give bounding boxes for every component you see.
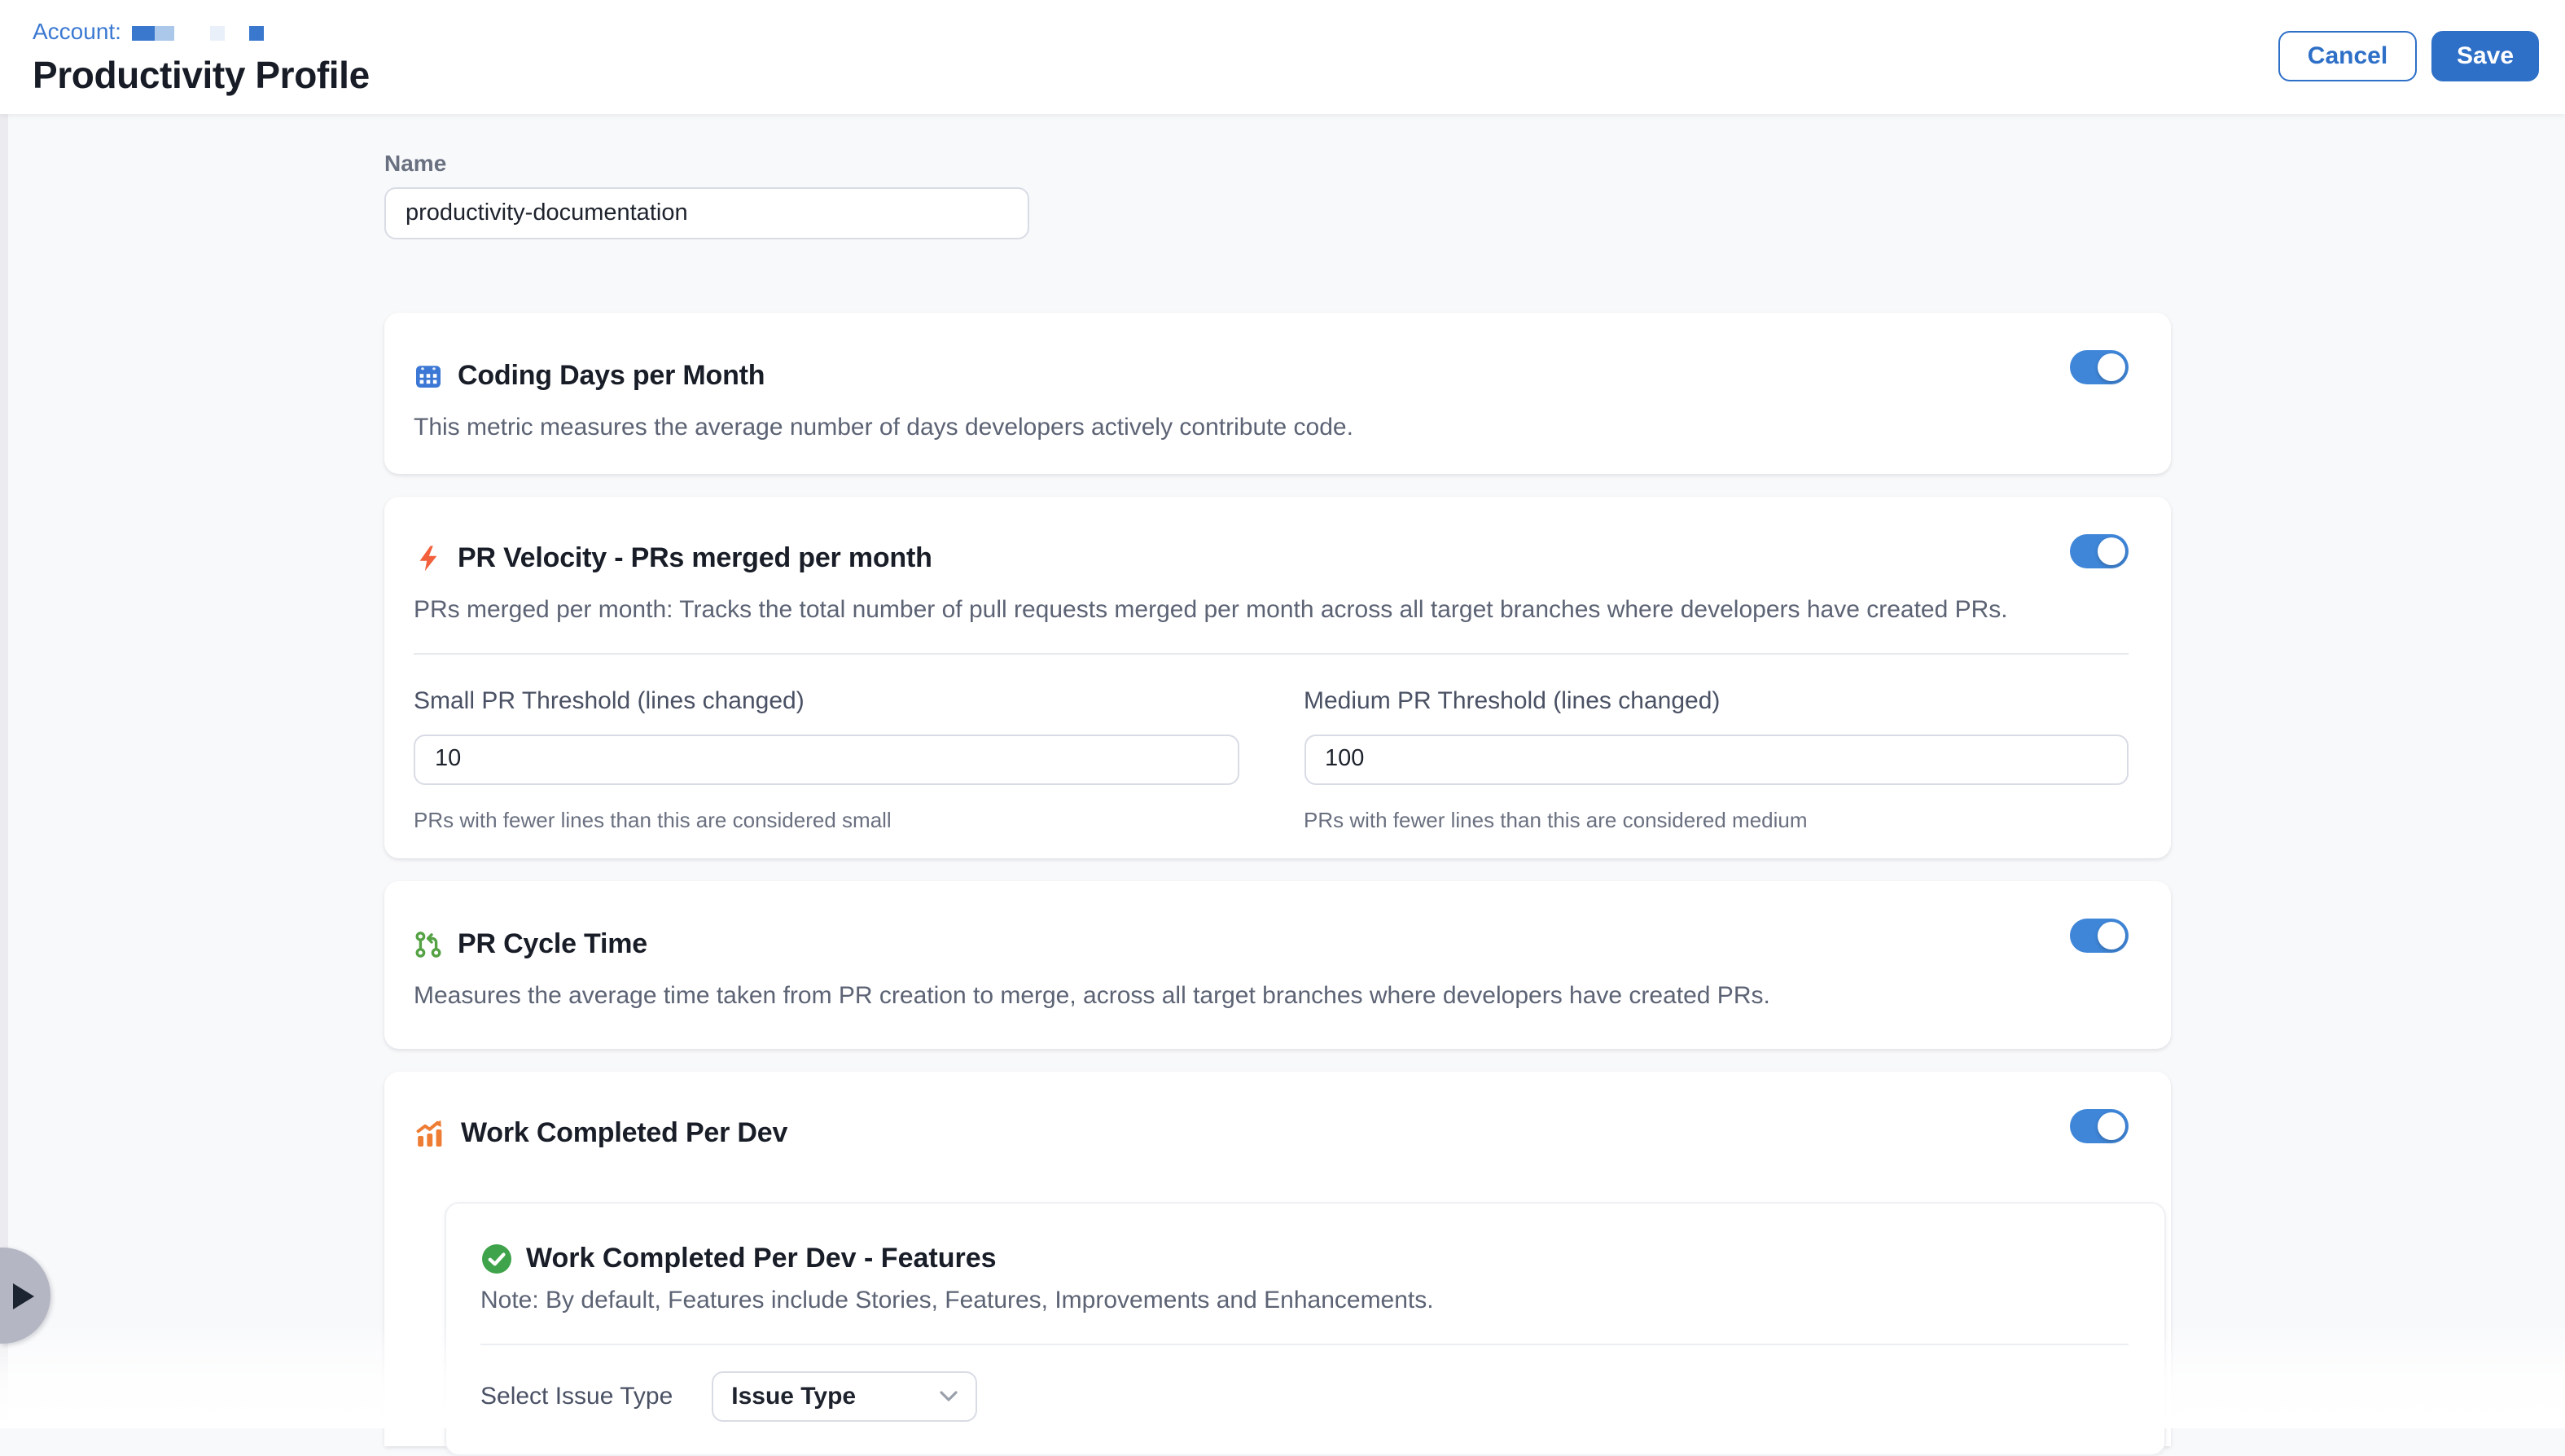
divider: [414, 653, 2129, 655]
issue-type-row: Select Issue Type Issue Type: [480, 1371, 2129, 1422]
page-title: Productivity Profile: [33, 54, 370, 98]
small-pr-threshold-input[interactable]: [414, 735, 1239, 785]
toggle-coding-days[interactable]: [2070, 350, 2129, 384]
card-description: Measures the average time taken from PR …: [414, 982, 2129, 1013]
save-button[interactable]: Save: [2431, 31, 2539, 81]
cancel-button[interactable]: Cancel: [2278, 31, 2417, 81]
card-head: PR Velocity - PRs merged per month: [414, 542, 2129, 575]
toggle-pr-cycle-time[interactable]: [2070, 919, 2129, 953]
toggle-knob: [2098, 922, 2125, 949]
card-pr-cycle-time: PR Cycle Time Measures the average time …: [384, 881, 2171, 1049]
account-name-redacted: [133, 25, 156, 40]
name-label: Name: [384, 150, 446, 176]
breadcrumb[interactable]: Account:: [33, 18, 265, 44]
card-title: Coding Days per Month: [458, 360, 765, 393]
sidebar-edge: [0, 0, 8, 1428]
toggle-pr-velocity[interactable]: [2070, 534, 2129, 568]
field-label: Small PR Threshold (lines changed): [414, 687, 1239, 715]
expand-arrow-icon: [13, 1283, 34, 1309]
calendar-icon: [414, 362, 443, 391]
account-name-redacted: [156, 25, 175, 40]
toggle-work-completed[interactable]: [2070, 1109, 2129, 1143]
issue-type-dropdown-value: Issue Type: [731, 1383, 856, 1410]
check-circle-icon: [480, 1243, 513, 1275]
bar-chart-arrow-icon: [414, 1117, 446, 1150]
card-title: PR Cycle Time: [458, 928, 647, 961]
medium-pr-threshold-field: Medium PR Threshold (lines changed) PRs …: [1304, 687, 2129, 832]
card-description: This metric measures the average number …: [414, 414, 2129, 445]
field-label: Medium PR Threshold (lines changed): [1304, 687, 2129, 715]
account-name-redacted: [250, 25, 265, 40]
sub-card-note: Note: By default, Features include Stori…: [480, 1287, 2129, 1314]
select-issue-type-label: Select Issue Type: [480, 1383, 673, 1410]
card-head: Coding Days per Month: [414, 360, 2129, 393]
medium-pr-threshold-input[interactable]: [1304, 735, 2129, 785]
page-header: Account: Productivity Profile Cancel Sav…: [0, 0, 2565, 114]
threshold-fields: Small PR Threshold (lines changed) PRs w…: [414, 687, 2129, 832]
productivity-profile-page: Account: Productivity Profile Cancel Sav…: [0, 0, 2565, 1428]
sidebar-expand-button[interactable]: [0, 1248, 50, 1344]
toggle-knob: [2098, 353, 2125, 381]
issue-type-dropdown[interactable]: Issue Type: [712, 1371, 977, 1422]
account-name-redacted: [211, 25, 226, 40]
breadcrumb-account-label: Account:: [33, 18, 121, 44]
card-title: PR Velocity - PRs merged per month: [458, 542, 932, 575]
card-work-completed: Work Completed Per Dev Work Completed Pe…: [384, 1072, 2171, 1446]
small-pr-threshold-field: Small PR Threshold (lines changed) PRs w…: [414, 687, 1239, 832]
divider: [480, 1344, 2129, 1345]
card-title: Work Completed Per Dev: [461, 1117, 787, 1150]
field-helper: PRs with fewer lines than this are consi…: [1304, 808, 2129, 832]
card-description: PRs merged per month: Tracks the total n…: [414, 596, 2129, 627]
card-head: PR Cycle Time: [414, 928, 2129, 961]
lightning-icon: [414, 544, 443, 573]
card-pr-velocity: PR Velocity - PRs merged per month PRs m…: [384, 497, 2171, 858]
field-helper: PRs with fewer lines than this are consi…: [414, 808, 1239, 832]
sub-card-head: Work Completed Per Dev - Features: [480, 1243, 2129, 1275]
name-input[interactable]: [384, 187, 1029, 239]
sub-card-features: Work Completed Per Dev - Features Note: …: [445, 1202, 2166, 1456]
toggle-knob: [2098, 537, 2125, 565]
card-coding-days: Coding Days per Month This metric measur…: [384, 313, 2171, 474]
git-compare-icon: [414, 930, 443, 959]
chevron-down-icon: [940, 1391, 958, 1402]
sub-card-title: Work Completed Per Dev - Features: [526, 1243, 997, 1275]
toggle-knob: [2098, 1112, 2125, 1140]
header-actions: Cancel Save: [2278, 31, 2539, 81]
card-head: Work Completed Per Dev: [414, 1117, 2129, 1150]
